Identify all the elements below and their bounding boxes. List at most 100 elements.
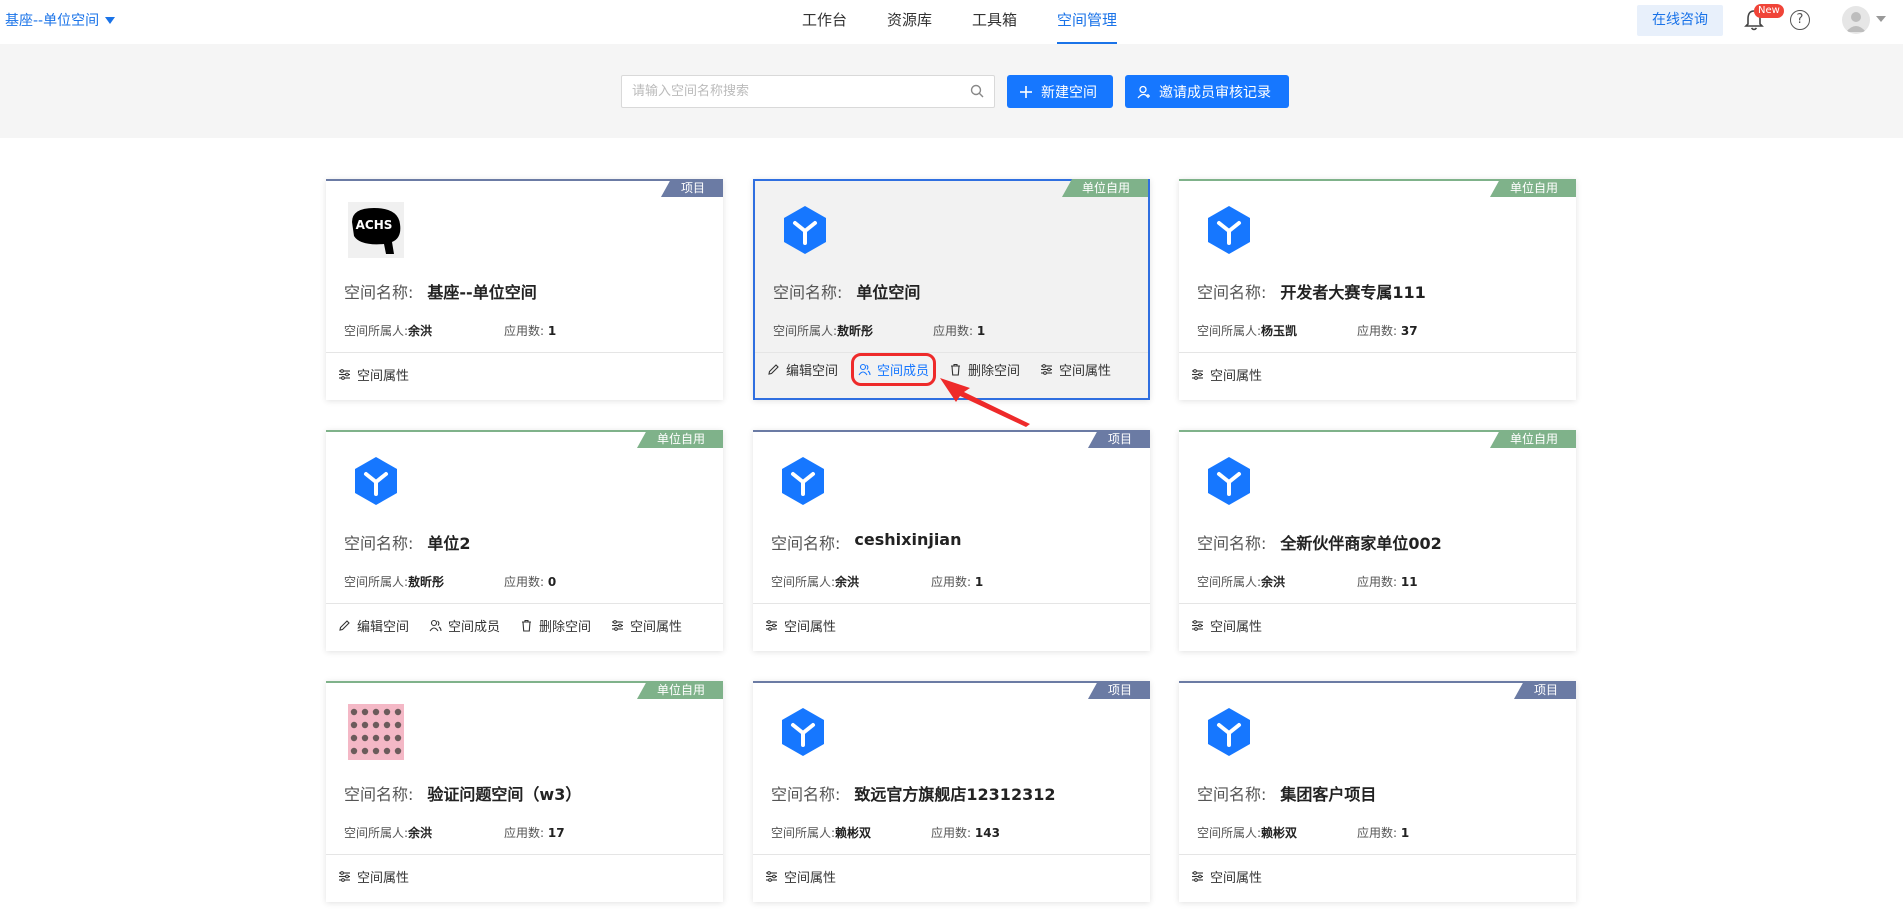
space-card[interactable]: 单位自用 空间名称: 单位空间 空间所属人:敖昕彤 应用数: 1 编辑空间 空间成员 删除空间… — [753, 179, 1150, 400]
sliders-icon — [1192, 871, 1203, 882]
card-actions: 空间属性 — [765, 867, 836, 886]
space-meta: 空间所属人:杨玉凯 应用数: 37 — [1197, 322, 1418, 339]
invite-records-button[interactable]: 邀请成员审核记录 — [1125, 75, 1289, 108]
apps-label: 应用数: — [504, 324, 545, 338]
online-consult-button[interactable]: 在线咨询 — [1637, 5, 1723, 36]
new-space-button[interactable]: 新建空间 — [1007, 75, 1113, 108]
members-action[interactable]: 空间成员 — [429, 616, 500, 635]
sliders-icon — [612, 620, 624, 631]
nav-tab[interactable]: 工作台 — [802, 0, 847, 44]
card-actions: 空间属性 — [765, 616, 836, 635]
hex-y-icon — [355, 457, 397, 505]
owner-label: 空间所属人: — [773, 324, 838, 338]
owner-value: 余洪 — [408, 826, 433, 840]
nav-tab[interactable]: 空间管理 — [1057, 0, 1118, 44]
apps-value: 0 — [547, 575, 557, 589]
org-switcher[interactable]: 基座--单位空间 — [5, 10, 116, 30]
card-divider — [326, 603, 723, 604]
space-name-label: 空间名称: — [344, 534, 414, 553]
props-label: 空间属性 — [1210, 369, 1263, 384]
props-action[interactable]: 空间属性 — [765, 616, 836, 635]
space-name: 开发者大赛专属111 — [1280, 283, 1426, 302]
card-divider — [326, 854, 723, 855]
props-label: 空间属性 — [784, 871, 837, 886]
sliders-icon — [339, 369, 350, 380]
space-card[interactable]: 单位自用 空间名称: 单位2 空间所属人:敖昕彤 应用数: 0 编辑空间 空间成员 删除空间 空… — [326, 430, 723, 651]
search-box — [621, 75, 995, 108]
avatar[interactable] — [1842, 6, 1870, 34]
space-meta: 空间所属人:敖昕彤 应用数: 0 — [344, 573, 556, 590]
edit-action[interactable]: 编辑空间 — [767, 360, 838, 379]
new-space-label: 新建空间 — [1041, 84, 1097, 101]
edit-action[interactable]: 编辑空间 — [338, 616, 409, 635]
props-label: 空间属性 — [1210, 871, 1263, 886]
chevron-down-icon — [105, 16, 116, 24]
space-meta: 空间所属人:余洪 应用数: 17 — [344, 824, 565, 841]
props-action[interactable]: 空间属性 — [1040, 360, 1111, 379]
search-icon[interactable] — [970, 84, 984, 98]
members-action[interactable]: 空间成员 — [851, 353, 937, 386]
avatar-chevron-icon[interactable] — [1876, 16, 1886, 22]
card-actions: 空间属性 — [1191, 867, 1262, 886]
owner-value: 赖彬双 — [835, 826, 872, 840]
space-name: 集团客户项目 — [1280, 785, 1377, 804]
sliders-icon — [1041, 364, 1053, 375]
props-action[interactable]: 空间属性 — [1191, 616, 1262, 635]
edit-label: 编辑空间 — [357, 620, 410, 635]
space-name-row: 空间名称: 单位2 — [344, 530, 471, 554]
delete-action[interactable]: 删除空间 — [520, 616, 591, 635]
space-card[interactable]: 项目 ACHS 空间名称: 基座--单位空间 空间所属人:余洪 应用数: 1 空间属性 — [326, 179, 723, 400]
space-name-row: 空间名称: 基座--单位空间 — [344, 279, 537, 303]
sliders-icon — [766, 871, 777, 882]
space-meta: 空间所属人:余洪 应用数: 1 — [344, 322, 556, 339]
props-action[interactable]: 空间属性 — [1191, 867, 1262, 886]
card-divider — [753, 603, 1150, 604]
space-name-label: 空间名称: — [1197, 785, 1267, 804]
props-action[interactable]: 空间属性 — [1191, 365, 1262, 384]
space-name-label: 空间名称: — [1197, 534, 1267, 553]
owner-label: 空间所属人: — [771, 826, 836, 840]
space-name: 单位空间 — [856, 283, 921, 302]
owner-label: 空间所属人: — [344, 575, 409, 589]
props-label: 空间属性 — [630, 620, 683, 635]
props-label: 空间属性 — [357, 369, 410, 384]
card-actions: 空间属性 — [338, 365, 409, 384]
space-card[interactable]: 单位自用 空间名称: 全新伙伴商家单位002 空间所属人:余洪 应用数: 11 空间属性 — [1179, 430, 1576, 651]
nav-tab[interactable]: 工具箱 — [972, 0, 1017, 44]
props-label: 空间属性 — [1210, 620, 1263, 635]
space-card[interactable]: 单位自用 空间名称: 验证问题空间（w3） 空间所属人:余洪 应用数: 17 空间属性 — [326, 681, 723, 902]
space-name: ceshixinjian — [854, 530, 962, 549]
user-add-icon — [1137, 85, 1150, 98]
owner-label: 空间所属人: — [771, 575, 836, 589]
owner-value: 余洪 — [1261, 575, 1286, 589]
new-badge: New — [1754, 4, 1784, 18]
space-name-label: 空间名称: — [771, 534, 841, 553]
space-name-label: 空间名称: — [1197, 283, 1267, 302]
space-card[interactable]: 项目 空间名称: 集团客户项目 空间所属人:赖彬双 应用数: 1 空间属性 — [1179, 681, 1576, 902]
owner-label: 空间所属人: — [344, 324, 409, 338]
nav-tab[interactable]: 资源库 — [887, 0, 932, 44]
space-name-row: 空间名称: 集团客户项目 — [1197, 781, 1376, 805]
props-action[interactable]: 空间属性 — [765, 867, 836, 886]
props-action[interactable]: 空间属性 — [611, 616, 682, 635]
props-action[interactable]: 空间属性 — [338, 365, 409, 384]
owner-label: 空间所属人: — [344, 826, 409, 840]
space-name-label: 空间名称: — [773, 283, 843, 302]
space-name-label: 空间名称: — [771, 785, 841, 804]
space-meta: 空间所属人:敖昕彤 应用数: 1 — [773, 322, 985, 339]
help-icon[interactable]: ? — [1790, 10, 1810, 30]
hex-y-icon — [1208, 457, 1250, 505]
card-actions: 空间属性 — [1191, 616, 1262, 635]
search-input[interactable] — [632, 76, 952, 107]
apps-label: 应用数: — [504, 575, 545, 589]
hex-y-icon — [1208, 708, 1250, 756]
apps-value: 37 — [1400, 324, 1418, 338]
props-action[interactable]: 空间属性 — [338, 867, 409, 886]
user-icon — [1846, 12, 1866, 32]
owner-value: 余洪 — [408, 324, 433, 338]
space-card[interactable]: 项目 空间名称: 致远官方旗舰店12312312 空间所属人:赖彬双 应用数: 143 空… — [753, 681, 1150, 902]
props-label: 空间属性 — [357, 871, 410, 886]
space-card[interactable]: 项目 空间名称: ceshixinjian 空间所属人:余洪 应用数: 1 空间属性 — [753, 430, 1150, 651]
space-card[interactable]: 单位自用 空间名称: 开发者大赛专属111 空间所属人:杨玉凯 应用数: 37 空间属性 — [1179, 179, 1576, 400]
props-label: 空间属性 — [784, 620, 837, 635]
